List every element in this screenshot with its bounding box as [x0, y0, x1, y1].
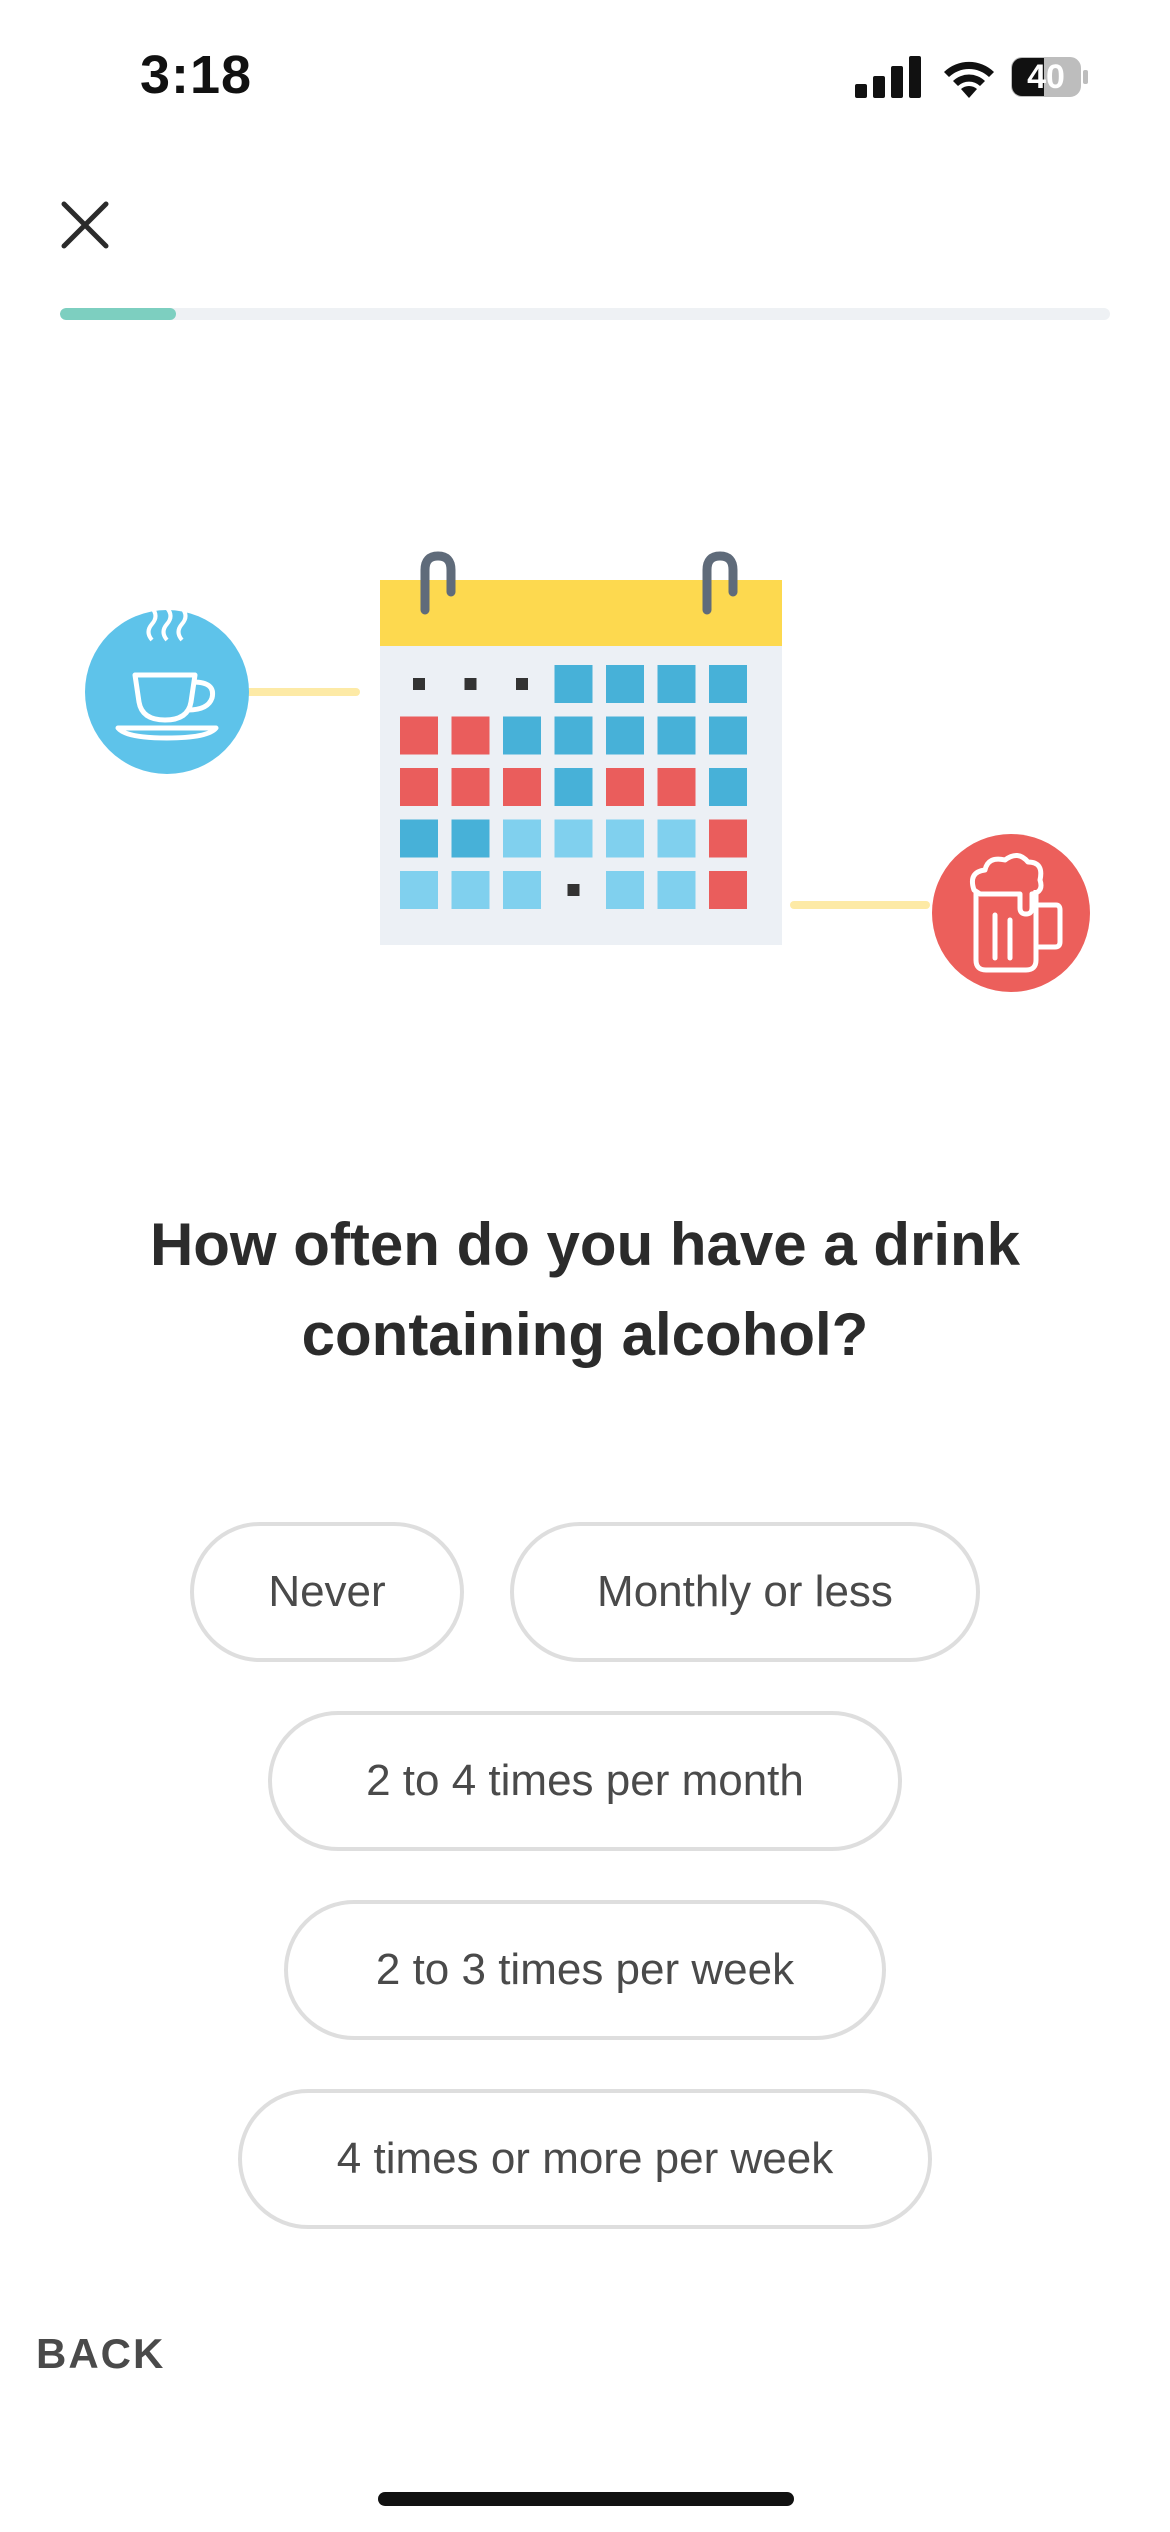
calendar-day-light — [554, 819, 593, 858]
calendar-day-light — [657, 819, 696, 858]
option-monthly-or-less[interactable]: Monthly or less — [510, 1522, 980, 1662]
calendar-day-red — [709, 819, 747, 858]
option-never[interactable]: Never — [190, 1522, 464, 1662]
calendar-day-red — [709, 871, 747, 909]
calendar-day-blue — [554, 768, 593, 806]
calendar-day-blue — [657, 665, 696, 703]
calendar-day-light — [400, 871, 438, 909]
calendar-day-blue — [554, 665, 593, 703]
calendar-day-red — [400, 716, 438, 755]
calendar-day-light — [657, 871, 696, 909]
calendar-day-blue — [709, 665, 747, 703]
close-icon — [61, 201, 109, 249]
back-button[interactable]: BACK — [36, 2330, 165, 2378]
calendar-day-red — [503, 768, 541, 806]
calendar-day-red — [400, 768, 438, 806]
left-connector — [240, 688, 360, 696]
calendar-day-blue — [709, 716, 747, 755]
cellular-signal-icon — [855, 56, 921, 98]
battery-icon: 40 — [1010, 56, 1090, 98]
calendar-day-dot — [567, 884, 580, 896]
progress-bar — [60, 308, 1110, 320]
coffee-cup-icon — [85, 606, 249, 774]
calendar-day-light — [503, 819, 541, 858]
battery-level: 40 — [1027, 58, 1065, 96]
question-heading: How often do you have a drink containing… — [149, 1211, 1021, 1368]
calendar-day-blue — [554, 716, 593, 755]
calendar-day-blue — [400, 819, 438, 858]
calendar-icon — [380, 551, 782, 945]
calendar-day-blue — [503, 716, 541, 755]
option-2-to-4-per-month[interactable]: 2 to 4 times per month — [268, 1711, 902, 1851]
calendar-illustration — [85, 551, 1090, 992]
calendar-day-dot — [464, 678, 477, 690]
calendar-day-red — [451, 768, 490, 806]
right-connector — [790, 901, 930, 909]
status-time: 3:18 — [140, 45, 253, 105]
close-button[interactable] — [50, 190, 120, 260]
calendar-day-light — [451, 871, 490, 909]
calendar-day-blue — [451, 819, 490, 858]
calendar-day-light — [606, 819, 644, 858]
calendar-day-red — [657, 768, 696, 806]
calendar-day-light — [503, 871, 541, 909]
calendar-day-red — [606, 768, 644, 806]
progress-fill — [60, 308, 176, 320]
option-2-to-3-per-week[interactable]: 2 to 3 times per week — [284, 1900, 886, 2040]
wifi-icon — [944, 61, 994, 98]
calendar-day-red — [451, 716, 490, 755]
home-indicator — [378, 2492, 794, 2506]
calendar-day-dot — [413, 678, 425, 690]
calendar-day-blue — [709, 768, 747, 806]
calendar-day-dot — [516, 678, 528, 690]
beer-mug-icon — [932, 834, 1090, 992]
option-4-or-more-per-week[interactable]: 4 times or more per week — [238, 2089, 932, 2229]
calendar-day-blue — [606, 716, 644, 755]
calendar-day-light — [606, 871, 644, 909]
calendar-day-blue — [657, 716, 696, 755]
calendar-day-blue — [606, 665, 644, 703]
